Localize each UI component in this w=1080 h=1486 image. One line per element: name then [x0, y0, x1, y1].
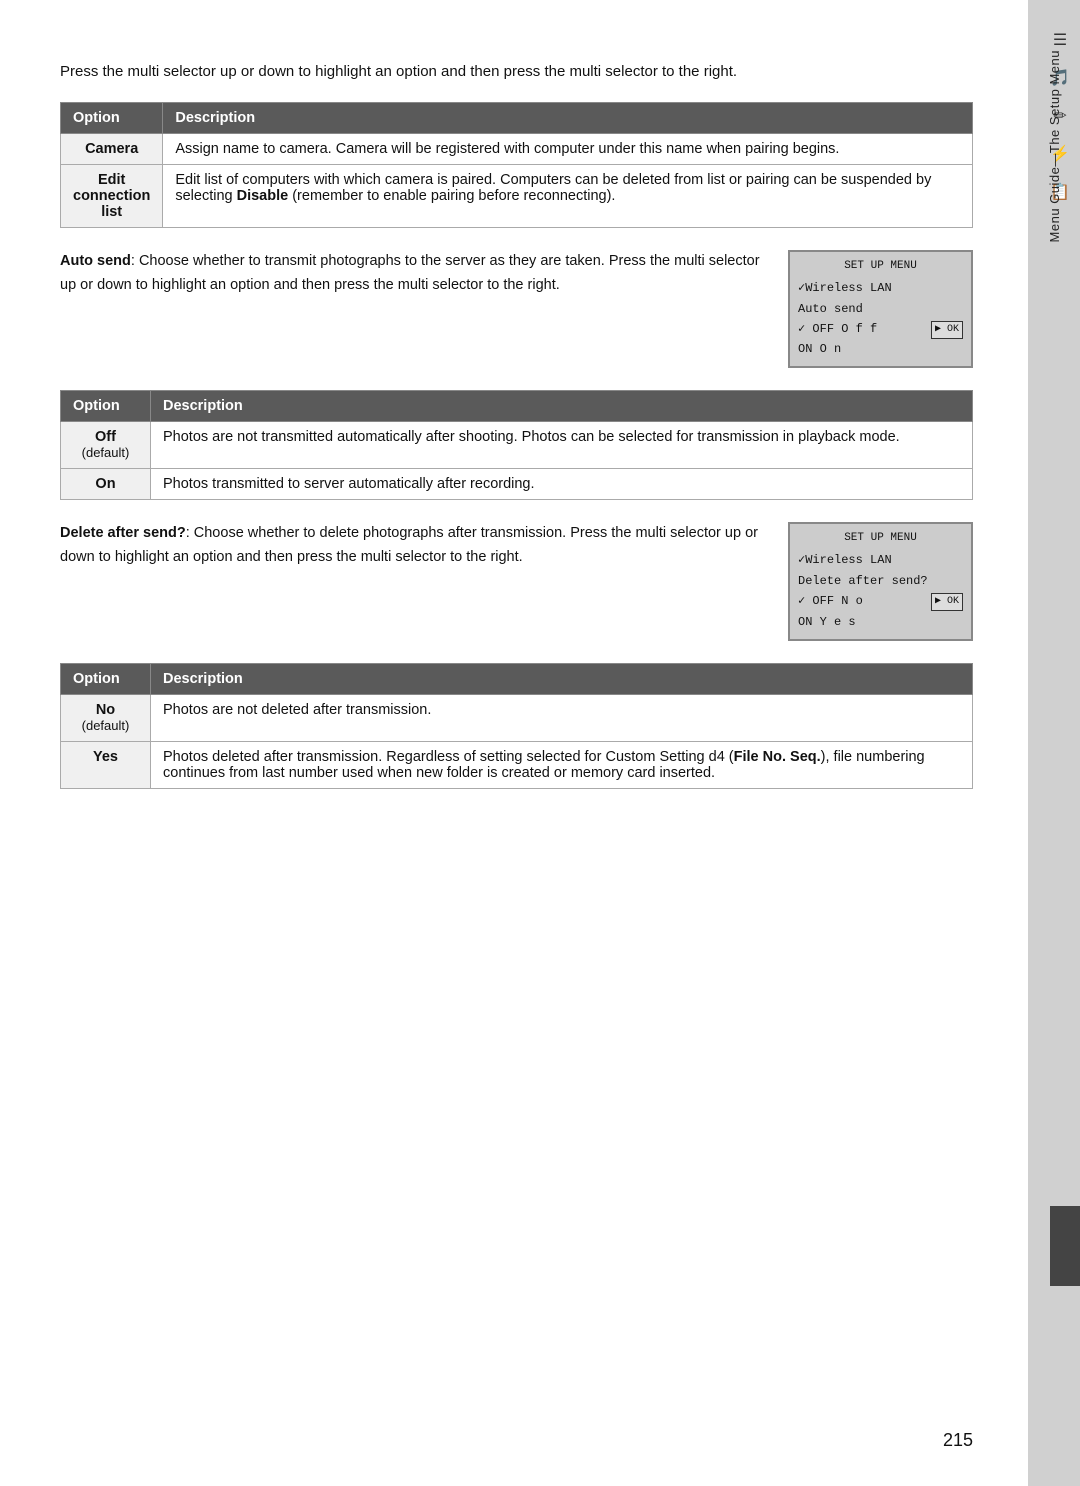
table1-header-description: Description	[163, 103, 973, 134]
table-options-1: Option Description Camera Assign name to…	[60, 102, 973, 228]
table-row: No(default) Photos are not deleted after…	[61, 694, 973, 741]
autosend-text: Auto send: Choose whether to transmit ph…	[60, 250, 768, 298]
lcd2-off-text: ✓ OFF N o	[798, 592, 863, 611]
option-no: No(default)	[61, 694, 151, 741]
deleteafter-text: Delete after send?: Choose whether to de…	[60, 522, 768, 570]
option-off: Off(default)	[61, 422, 151, 469]
lcd2-row-on: ON Y e s	[798, 612, 963, 633]
table-row: Off(default) Photos are not transmitted …	[61, 422, 973, 469]
lcd2-title: SET UP MENU	[798, 530, 963, 548]
table-options-2: Option Description Off(default) Photos a…	[60, 390, 973, 500]
page-wrapper: Press the multi selector up or down to h…	[0, 0, 1080, 1486]
desc-on: Photos transmitted to server automatical…	[151, 469, 973, 500]
intro-paragraph: Press the multi selector up or down to h…	[60, 60, 973, 84]
desc-camera: Assign name to camera. Camera will be re…	[163, 134, 973, 165]
main-content: Press the multi selector up or down to h…	[0, 0, 1028, 1486]
table3-header-description: Description	[151, 663, 973, 694]
lcd1-row-on: ON O n	[798, 339, 963, 360]
sidebar: ☰ 🎵 ✏ ⚡ 📋 Menu Guide—The Setup Menu	[1028, 0, 1080, 1486]
lcd2-subtitle: ✓Wireless LAN	[798, 550, 963, 571]
table-row: Camera Assign name to camera. Camera wil…	[61, 134, 973, 165]
table2-header-option: Option	[61, 391, 151, 422]
table2-header-description: Description	[151, 391, 973, 422]
option-edit-connection: Editconnectionlist	[61, 165, 163, 228]
desc-no: Photos are not deleted after transmissio…	[151, 694, 973, 741]
table-options-3: Option Description No(default) Photos ar…	[60, 663, 973, 789]
table1-header-option: Option	[61, 103, 163, 134]
sidebar-icon-1: ☰	[1053, 30, 1067, 50]
lcd1-ok: ▶ OK	[931, 321, 963, 339]
autosend-section: Auto send: Choose whether to transmit ph…	[60, 250, 973, 368]
table-row: Editconnectionlist Edit list of computer…	[61, 165, 973, 228]
autosend-body: : Choose whether to transmit photographs…	[60, 253, 760, 293]
option-on: On	[61, 469, 151, 500]
autosend-label: Auto send	[60, 253, 131, 269]
lcd1-off-text: ✓ OFF O f f	[798, 320, 877, 339]
lcd2-item: Delete after send?	[798, 571, 963, 592]
option-yes: Yes	[61, 741, 151, 788]
option-camera: Camera	[61, 134, 163, 165]
table-row: Yes Photos deleted after transmission. R…	[61, 741, 973, 788]
deleteafter-label: Delete after send?	[60, 525, 186, 541]
sidebar-dark-block	[1050, 1206, 1080, 1286]
table-row: On Photos transmitted to server automati…	[61, 469, 973, 500]
desc-yes: Photos deleted after transmission. Regar…	[151, 741, 973, 788]
desc-off: Photos are not transmitted automatically…	[151, 422, 973, 469]
deleteafter-section: Delete after send?: Choose whether to de…	[60, 522, 973, 640]
sidebar-tab-label: Menu Guide—The Setup Menu	[1047, 50, 1062, 242]
lcd1-subtitle: ✓Wireless LAN	[798, 278, 963, 299]
lcd1-row-off: ✓ OFF O f f ▶ OK	[798, 320, 963, 339]
desc-edit-connection: Edit list of computers with which camera…	[163, 165, 973, 228]
lcd1-item: Auto send	[798, 299, 963, 320]
autosend-lcd: SET UP MENU ✓Wireless LAN Auto send ✓ OF…	[788, 250, 973, 368]
table3-header-option: Option	[61, 663, 151, 694]
deleteafter-lcd: SET UP MENU ✓Wireless LAN Delete after s…	[788, 522, 973, 640]
lcd2-ok: ▶ OK	[931, 593, 963, 611]
lcd1-title: SET UP MENU	[798, 258, 963, 276]
lcd2-row-off: ✓ OFF N o ▶ OK	[798, 592, 963, 611]
page-number: 215	[943, 1430, 973, 1451]
